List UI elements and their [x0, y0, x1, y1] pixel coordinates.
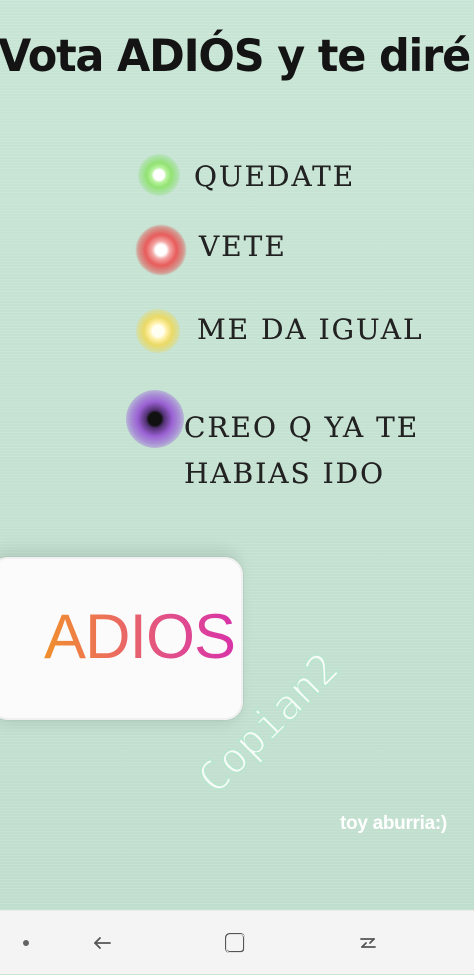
option-vete-label: VETE	[199, 230, 287, 263]
story-title: Vota ADIÓS y te diré	[0, 31, 471, 83]
red-glow-dot-icon	[136, 225, 186, 275]
android-navigation-bar	[0, 910, 474, 974]
option-quedate-label: QUEDATE	[194, 160, 356, 193]
menu-dot-icon	[23, 940, 29, 946]
nav-recent-apps-button[interactable]	[351, 911, 385, 975]
back-arrow-icon	[94, 937, 111, 949]
nav-home-button[interactable]	[218, 911, 252, 975]
story-caption: toy aburria:)	[340, 813, 447, 834]
option-me-da-igual-label: ME DA IGUAL	[197, 313, 424, 346]
nav-menu-dot-button[interactable]	[16, 911, 36, 975]
adios-sticker-label: ADIOS	[44, 602, 236, 672]
purple-glow-dot-icon	[126, 390, 184, 448]
home-square-icon	[225, 933, 246, 954]
yellow-glow-dot-icon	[136, 309, 180, 353]
nav-back-button[interactable]	[88, 911, 116, 975]
green-glow-dot-icon	[138, 154, 180, 196]
option-creo-q-ya-te-habias-ido-label: CREO Q YA TE HABIAS IDO	[184, 411, 420, 490]
story-canvas: Vota ADIÓS y te diré QUEDATE VETE ME DA …	[0, 0, 474, 910]
recent-apps-icon	[360, 938, 376, 948]
